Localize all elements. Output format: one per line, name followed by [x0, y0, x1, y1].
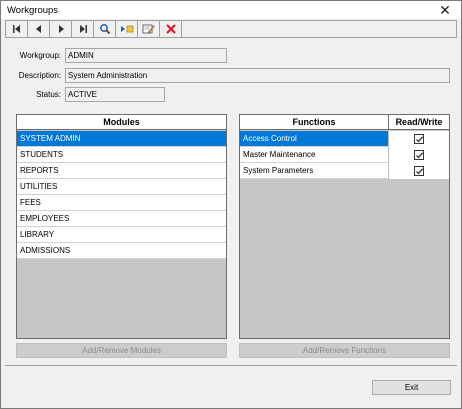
delete-button[interactable] — [160, 21, 182, 37]
read-write-header: Read/Write — [389, 115, 449, 130]
status-field[interactable]: ACTIVE — [65, 87, 165, 102]
function-name: Access Control — [240, 131, 388, 146]
module-row[interactable]: SYSTEM ADMIN — [17, 131, 226, 147]
first-record-icon — [12, 25, 20, 33]
function-name: System Parameters — [243, 166, 314, 175]
title-bar: Workgroups ✕ — [1, 1, 461, 19]
module-row[interactable]: LIBRARY — [17, 227, 226, 243]
next-record-button[interactable] — [50, 21, 72, 37]
workgroup-label: Workgroup: — [19, 51, 61, 60]
first-record-button[interactable] — [6, 21, 28, 37]
module-row[interactable]: REPORTS — [17, 163, 226, 179]
read-write-checkbox[interactable] — [414, 150, 424, 160]
toolbar — [5, 20, 457, 38]
workgroup-field[interactable]: ADMIN — [65, 48, 227, 63]
previous-record-icon — [35, 25, 41, 33]
add-remove-modules-button[interactable]: Add/Remove Modules — [16, 343, 227, 358]
description-label: Description: — [18, 71, 61, 80]
add-remove-functions-button[interactable]: Add/Remove Functions — [239, 343, 450, 358]
edit-button[interactable] — [138, 21, 160, 37]
new-record-button[interactable] — [116, 21, 138, 37]
functions-header: Functions — [240, 115, 388, 130]
module-row[interactable]: EMPLOYEES — [17, 211, 226, 227]
function-row[interactable]: System Parameters — [240, 163, 449, 179]
close-icon[interactable]: ✕ — [433, 1, 457, 19]
edit-icon — [142, 24, 155, 34]
module-row[interactable]: STUDENTS — [17, 147, 226, 163]
function-name: Master Maintenance — [243, 150, 316, 159]
exit-button[interactable]: Exit — [372, 380, 451, 395]
delete-icon — [165, 24, 176, 34]
next-record-icon — [58, 25, 64, 33]
module-row[interactable]: ADMISSIONS — [17, 243, 226, 259]
last-record-icon — [79, 25, 87, 33]
window-title: Workgroups — [7, 5, 59, 16]
modules-list[interactable]: Modules SYSTEM ADMIN STUDENTS REPORTS UTILI… — [16, 114, 227, 339]
description-field[interactable]: System Administration — [65, 68, 450, 83]
module-row[interactable]: FEES — [17, 195, 226, 211]
previous-record-button[interactable] — [28, 21, 50, 37]
modules-header: Modules — [17, 115, 226, 130]
read-write-cell — [388, 163, 449, 179]
status-label: Status: — [36, 90, 61, 99]
function-row[interactable]: Master Maintenance — [240, 147, 449, 163]
workgroups-window: Workgroups ✕ Workgroup: ADMIN Descriptio… — [0, 0, 462, 409]
read-write-checkbox[interactable] — [414, 166, 424, 176]
read-write-cell — [388, 131, 449, 147]
new-record-icon — [120, 25, 133, 33]
last-record-button[interactable] — [72, 21, 94, 37]
footer-divider — [5, 365, 457, 366]
functions-table[interactable]: Functions Read/Write Access Control Maste… — [239, 114, 450, 339]
function-row[interactable]: Access Control — [240, 131, 449, 147]
module-row[interactable]: UTILITIES — [17, 179, 226, 195]
find-button[interactable] — [94, 21, 116, 37]
read-write-cell — [388, 147, 449, 163]
find-icon — [99, 24, 110, 35]
read-write-checkbox[interactable] — [414, 134, 424, 144]
